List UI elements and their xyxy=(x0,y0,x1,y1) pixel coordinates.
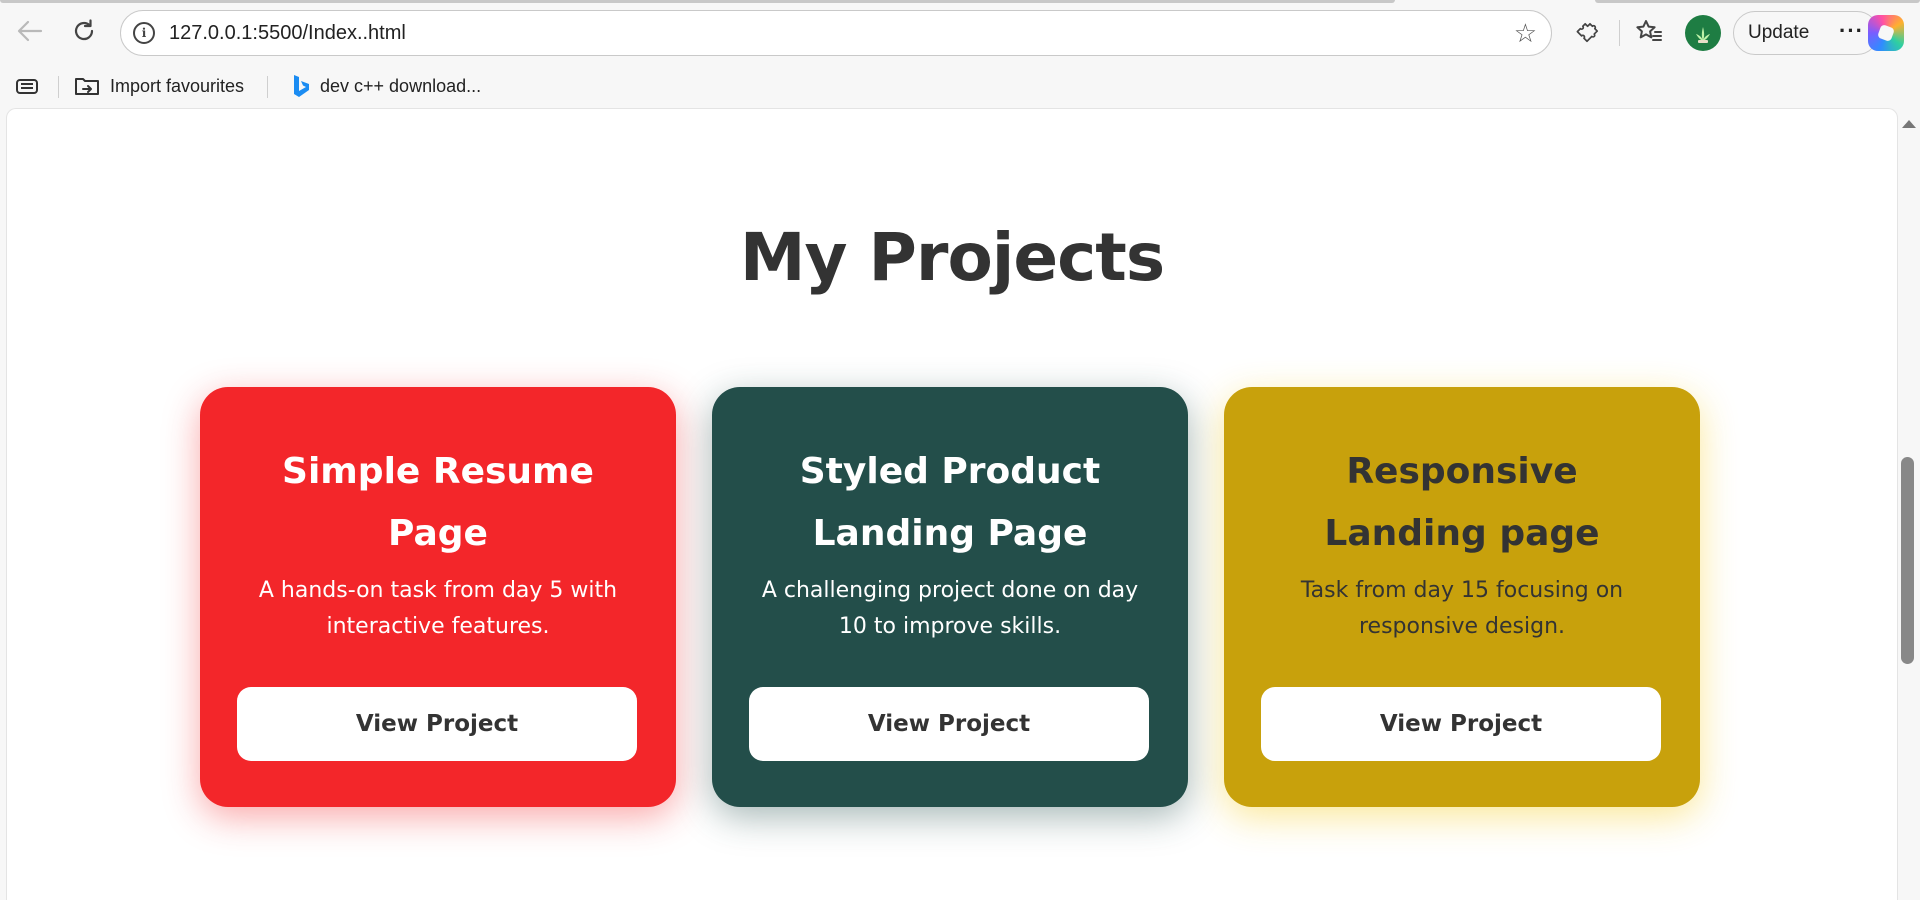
project-card: Styled Product Landing Page A challengin… xyxy=(712,387,1188,807)
browser-toolbar: i 127.0.0.1:5500/Index..html ☆ Update ··… xyxy=(0,0,1920,66)
puzzle-icon xyxy=(1576,22,1599,43)
favourites-bar: Import favourites dev c++ download... xyxy=(0,66,1920,106)
favourites-divider xyxy=(58,76,59,98)
copilot-icon[interactable] xyxy=(1868,15,1904,51)
bing-icon xyxy=(294,75,309,97)
profile-avatar[interactable] xyxy=(1685,15,1721,51)
more-options-icon[interactable]: ··· xyxy=(1839,18,1864,44)
address-bar[interactable]: i 127.0.0.1:5500/Index..html ☆ xyxy=(120,10,1552,56)
plant-icon xyxy=(1696,27,1710,43)
import-folder-icon xyxy=(75,78,99,95)
favourite-star-icon[interactable]: ☆ xyxy=(1514,19,1537,49)
view-project-button[interactable]: View Project xyxy=(749,687,1149,761)
vertical-scrollbar[interactable] xyxy=(1896,108,1918,900)
project-title: Responsive Landing page xyxy=(1324,451,1600,554)
project-description: Task from day 15 focusing on responsive … xyxy=(1300,578,1624,639)
dev-cpp-download-link[interactable]: dev c++ download... xyxy=(292,71,481,101)
project-title: Styled Product Landing Page xyxy=(799,451,1101,554)
project-card: Responsive Landing page Task from day 15… xyxy=(1224,387,1700,807)
favourites-divider xyxy=(267,76,268,98)
page-title: My Projects xyxy=(739,219,1165,296)
view-project-button[interactable]: View Project xyxy=(237,687,637,761)
project-title: Simple Resume Page xyxy=(282,451,594,554)
dev-cpp-download-label: dev c++ download... xyxy=(320,75,482,96)
project-description: A challenging project done on day 10 to … xyxy=(761,578,1139,639)
toolbar-divider xyxy=(1619,20,1620,46)
import-favourites-label: Import favourites xyxy=(110,75,245,96)
scroll-up-arrow-icon[interactable] xyxy=(1902,120,1916,128)
project-description: A hands-on task from day 5 with interact… xyxy=(258,578,618,639)
favourites-star-icon xyxy=(1636,20,1662,41)
favourites-button[interactable] xyxy=(1630,13,1668,51)
url-text[interactable]: 127.0.0.1:5500/Index..html xyxy=(169,22,406,45)
scrollbar-thumb[interactable] xyxy=(1901,457,1914,664)
back-button[interactable] xyxy=(12,13,48,49)
reload-button[interactable] xyxy=(66,13,102,49)
tab-actions-icon[interactable] xyxy=(14,74,40,98)
site-info-icon[interactable]: i xyxy=(133,22,155,44)
view-project-button[interactable]: View Project xyxy=(1261,687,1661,761)
update-button[interactable]: Update ··· xyxy=(1733,11,1879,55)
extensions-button[interactable] xyxy=(1568,13,1606,51)
page-viewport: My Projects Simple Resume Page A hands-o… xyxy=(6,108,1898,900)
reload-icon xyxy=(74,19,94,41)
project-card: Simple Resume Page A hands-on task from … xyxy=(200,387,676,807)
arrow-left-icon xyxy=(17,20,43,42)
update-label: Update xyxy=(1748,22,1810,43)
import-favourites-link[interactable]: Import favourites xyxy=(74,71,244,101)
